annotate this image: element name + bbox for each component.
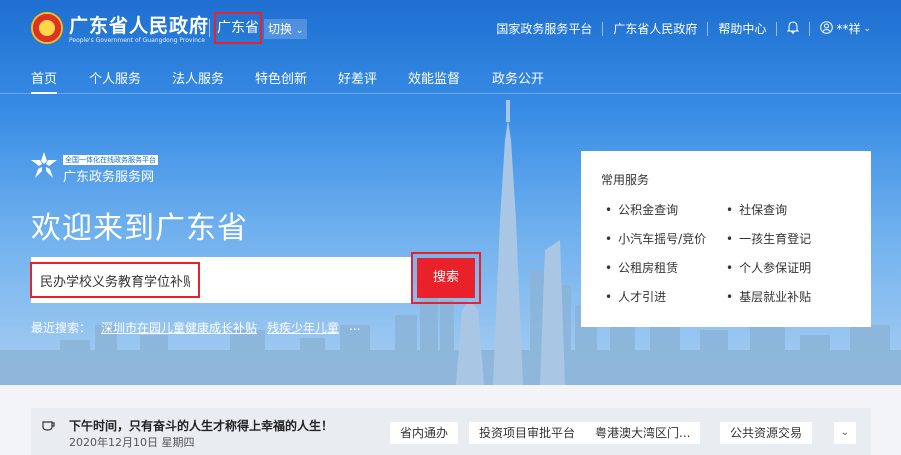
- emblem-icon: [31, 12, 63, 44]
- brand-tag: 全国一体化在线政务服务平台: [63, 155, 158, 165]
- current-date: 2020年12月10日 星期四: [69, 436, 195, 449]
- nav-personal-service[interactable]: 个人服务: [89, 68, 141, 87]
- quick-link[interactable]: 公共资源交易: [720, 422, 813, 444]
- link-separator: [707, 21, 709, 36]
- main-nav: 首页 个人服务 法人服务 特色创新 好差评 效能监督 政务公开: [0, 58, 901, 94]
- header-divider: [209, 19, 210, 37]
- service-item[interactable]: 个人参保证明: [726, 259, 811, 276]
- cup-icon: [42, 421, 55, 431]
- quick-link[interactable]: 省内通办: [390, 422, 459, 444]
- brand-logo-icon: [31, 152, 57, 178]
- nav-home[interactable]: 首页: [31, 68, 58, 94]
- search-button[interactable]: 搜索: [417, 258, 475, 298]
- service-item[interactable]: 公积金查询: [605, 201, 678, 218]
- chevron-down-icon[interactable]: ⌄: [834, 422, 856, 444]
- search-input[interactable]: [30, 262, 200, 298]
- nav-corporate-service[interactable]: 法人服务: [172, 68, 224, 87]
- service-item[interactable]: 社保查询: [726, 201, 787, 218]
- service-item[interactable]: 基层就业补贴: [726, 288, 811, 305]
- service-item[interactable]: 一孩生育登记: [726, 230, 811, 247]
- user-menu[interactable]: **祥 ⌄: [820, 20, 871, 37]
- service-item[interactable]: 公租房租赁: [605, 259, 678, 276]
- top-header: 广东省人民政府 People's Government of Guangdong…: [0, 0, 901, 58]
- region-label: 广东省: [214, 12, 262, 44]
- recent-searches-label: 最近搜索：: [31, 321, 92, 335]
- daily-motto: 下午时间，只有奋斗的人生才称得上幸福的人生！: [69, 419, 334, 433]
- nav-rating[interactable]: 好差评: [338, 68, 377, 87]
- region-switch-button[interactable]: 切换 ⌄: [264, 19, 308, 39]
- welcome-heading: 欢迎来到广东省: [31, 211, 248, 246]
- service-item[interactable]: 人才引进: [605, 288, 666, 305]
- brand-name: 广东政务服务网: [63, 170, 155, 185]
- service-item[interactable]: 小汽车摇号/竞价: [605, 230, 706, 247]
- top-links: 国家政务服务平台 广东省人民政府 帮助中心 **祥 ⌄: [496, 20, 871, 37]
- quick-link[interactable]: 粤港澳大湾区门...: [585, 422, 701, 444]
- bottom-bar: 下午时间，只有奋斗的人生才称得上幸福的人生！ 2020年12月10日 星期四 省…: [31, 408, 871, 455]
- site-title[interactable]: 广东省人民政府: [69, 11, 209, 38]
- nav-government-affairs[interactable]: 政务公开: [492, 68, 544, 87]
- hero-banner: 广东省人民政府 People's Government of Guangdong…: [0, 0, 901, 385]
- recent-search-term[interactable]: 残疾少年儿童: [267, 319, 339, 336]
- search-button-highlight: 搜索: [411, 252, 481, 304]
- recent-search-term[interactable]: 深圳市在园儿童健康成长补贴: [101, 319, 257, 336]
- link-provincial-government[interactable]: 广东省人民政府: [613, 20, 697, 37]
- chevron-down-icon: ⌄: [295, 26, 304, 36]
- link-separator: [602, 21, 604, 36]
- recent-searches: 最近搜索： 深圳市在园儿童健康成长补贴 残疾少年儿童 ...: [31, 319, 361, 336]
- nav-featured-innovation[interactable]: 特色创新: [255, 68, 307, 87]
- site-subtitle: People's Government of Guangdong Provinc…: [69, 37, 205, 44]
- user-name: **祥: [836, 22, 861, 36]
- link-separator: [809, 21, 811, 36]
- common-services-title: 常用服务: [601, 173, 650, 187]
- link-help-center[interactable]: 帮助中心: [718, 20, 766, 37]
- recent-search-more[interactable]: ...: [349, 319, 360, 336]
- region-switch-label: 切换: [268, 22, 293, 36]
- bell-icon[interactable]: [787, 20, 800, 37]
- nav-efficiency-supervision[interactable]: 效能监督: [408, 68, 460, 87]
- link-separator: [776, 21, 778, 36]
- common-services-card: 常用服务 公积金查询 社保查询 小汽车摇号/竞价 一孩生育登记 公租房租赁 个人…: [581, 151, 871, 327]
- chevron-down-icon: ⌄: [863, 23, 871, 34]
- quick-link[interactable]: 投资项目审批平台: [469, 422, 586, 444]
- link-national-platform[interactable]: 国家政务服务平台: [496, 20, 592, 37]
- user-icon: [820, 20, 834, 37]
